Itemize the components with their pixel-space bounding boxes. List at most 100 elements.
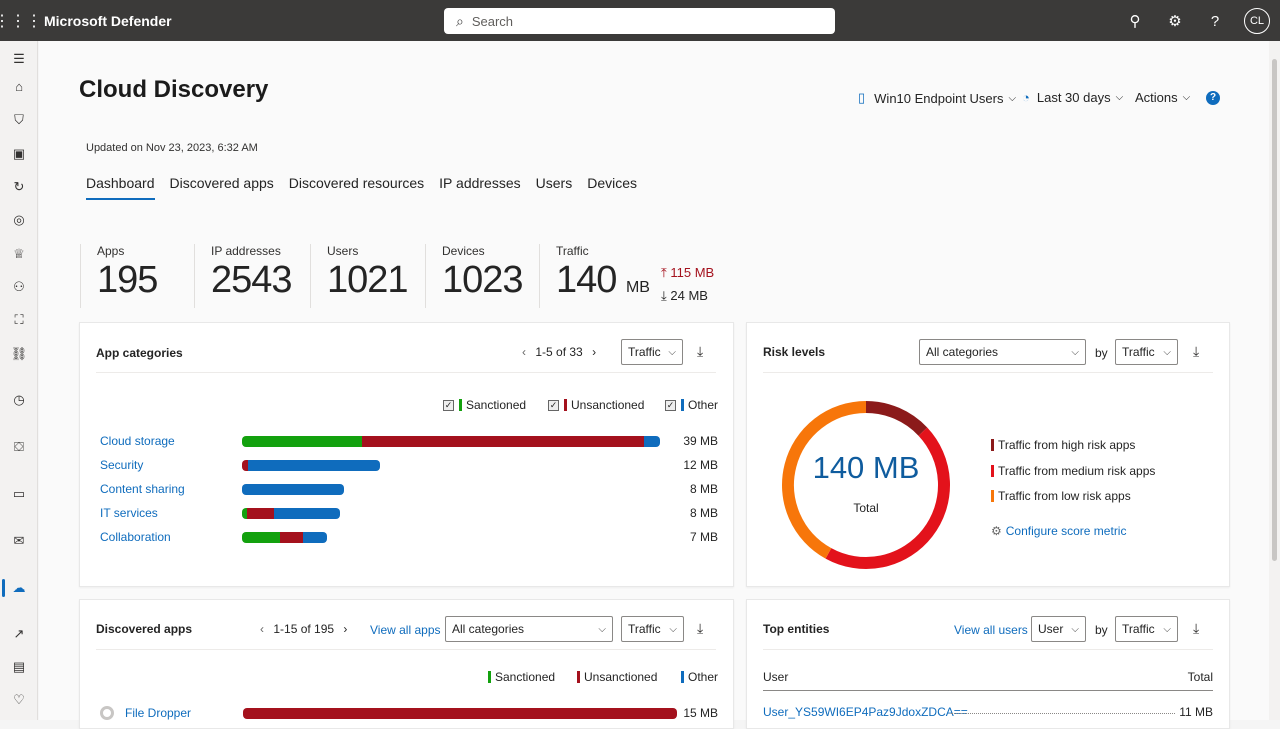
actions-menu[interactable]: Actions ⌵ [1135, 90, 1190, 105]
chevron-down-icon: ⌵ [1071, 623, 1079, 635]
entity-select[interactable]: User ⌵ [1031, 616, 1086, 642]
tab-discovered-resources[interactable]: Discovered resources [289, 175, 424, 200]
donut-slice-high[interactable] [865, 401, 928, 436]
tab-ip-addresses[interactable]: IP addresses [439, 175, 520, 200]
settings-gear-icon[interactable]: ⚙ [1164, 12, 1186, 30]
report-selector[interactable]: ▯ Win10 Endpoint Users ⌵ [858, 90, 1016, 106]
app-categories-card: App categories ‹ 1-5 of 33 › Traffic ⌵ ⤓ … [79, 322, 734, 587]
period-selector[interactable]: ◔ Last 30 days ⌵ [1022, 90, 1123, 105]
category-name-link[interactable]: Collaboration [100, 530, 171, 544]
entity-value: User [1038, 622, 1064, 636]
tab-discovered-apps[interactable]: Discovered apps [170, 175, 274, 200]
stat-devices[interactable]: Devices 1023 [425, 244, 524, 308]
period-label: Last 30 days [1036, 90, 1111, 105]
bar-segment-unsanctioned [280, 532, 303, 543]
prev-page-icon[interactable]: ‹ [522, 345, 526, 359]
download-icon[interactable]: ⤓ [1193, 343, 1199, 360]
incidents-icon[interactable]: ▣ [0, 146, 38, 162]
threat-analytics-icon[interactable]: ◎ [0, 212, 38, 228]
audit-icon[interactable]: ▤ [0, 659, 38, 675]
app-title[interactable]: Microsoft Defender [44, 13, 172, 29]
next-page-icon[interactable]: › [343, 622, 347, 636]
legend-other[interactable]: Other [681, 670, 718, 684]
exposure-icon[interactable]: ◷ [0, 392, 38, 408]
stat-users[interactable]: Users 1021 [310, 244, 409, 308]
learning-hub-icon[interactable]: ⚇ [0, 279, 38, 295]
community-icon[interactable]: ⚲ [1124, 12, 1146, 30]
stat-value: 195 [97, 259, 158, 301]
download-icon[interactable]: ⤓ [1193, 620, 1199, 637]
stat-value: 140 MB [556, 258, 650, 310]
legend-high-risk[interactable]: Traffic from high risk apps [991, 438, 1135, 452]
sort-select[interactable]: Traffic ⌵ [621, 616, 684, 642]
tab-users[interactable]: Users [536, 175, 573, 200]
legend-sanctioned[interactable]: ✓ Sanctioned [443, 398, 526, 412]
reports-icon[interactable]: ↗ [0, 626, 38, 642]
secure-score-icon[interactable]: ♕ [0, 246, 38, 262]
category-name-link[interactable]: IT services [100, 506, 158, 520]
view-all-users-link[interactable]: View all users [954, 623, 1028, 637]
search-input[interactable]: ⌕ Search [444, 8, 835, 34]
sort-select[interactable]: Traffic ⌵ [1115, 616, 1178, 642]
help-icon[interactable]: ? [1204, 13, 1226, 30]
category-select[interactable]: All categories ⌵ [919, 339, 1086, 365]
menu-icon[interactable]: ☰ [0, 51, 38, 67]
assets-icon[interactable]: ⛋ [0, 439, 38, 455]
sort-value: Traffic [1122, 622, 1155, 636]
legend-sanctioned[interactable]: Sanctioned [488, 670, 555, 684]
sort-select[interactable]: Traffic ⌵ [1115, 339, 1178, 365]
entity-user-link[interactable]: User_YS59WI6EP4Paz9JdoxZDCA== [763, 705, 968, 719]
sort-value: Traffic [1122, 345, 1155, 359]
stat-ip-addresses[interactable]: IP addresses 2543 [194, 244, 293, 308]
scrollbar[interactable] [1269, 41, 1280, 720]
view-all-apps-link[interactable]: View all apps [370, 623, 441, 637]
app-launcher-icon[interactable]: ⋮⋮⋮ [0, 11, 42, 31]
chevron-down-icon: ⌵ [669, 623, 677, 635]
stat-apps[interactable]: Apps 195 [80, 244, 158, 308]
legend-unsanctioned[interactable]: ✓ Unsanctioned [548, 398, 644, 412]
endpoints-icon[interactable]: ▭ [0, 486, 38, 502]
legend-other[interactable]: ✓ Other [665, 398, 718, 412]
category-name-link[interactable]: Security [100, 458, 143, 472]
sort-select[interactable]: Traffic ⌵ [621, 339, 683, 365]
app-name-link[interactable]: File Dropper [125, 706, 191, 720]
partner-catalog-icon[interactable]: ⛓ [0, 346, 38, 362]
sort-value: Traffic [628, 345, 661, 359]
legend-label: Other [688, 670, 719, 684]
stat-traffic[interactable]: Traffic 140 MB [539, 244, 650, 308]
category-row[interactable]: Collaboration 7 MB [100, 528, 720, 546]
legend-medium-risk[interactable]: Traffic from medium risk apps [991, 464, 1155, 478]
help-circle-icon[interactable]: ? [1206, 91, 1220, 105]
health-icon[interactable]: ♡ [0, 692, 38, 708]
avatar[interactable]: CL [1244, 8, 1270, 34]
home-icon[interactable]: ⌂ [0, 79, 38, 94]
actions-label: Actions [1135, 90, 1178, 105]
prev-page-icon[interactable]: ‹ [260, 622, 264, 636]
category-name-link[interactable]: Content sharing [100, 482, 185, 496]
category-row[interactable]: IT services 8 MB [100, 504, 720, 522]
category-traffic-total: 39 MB [683, 434, 718, 448]
tab-dashboard[interactable]: Dashboard [86, 175, 155, 200]
email-icon[interactable]: ✉ [0, 533, 38, 549]
traffic-unit: MB [625, 279, 650, 296]
next-page-icon[interactable]: › [592, 345, 596, 359]
tab-devices[interactable]: Devices [587, 175, 637, 200]
hunting-icon[interactable]: ↻ [0, 179, 38, 195]
download-icon[interactable]: ⤓ [697, 343, 703, 360]
category-row[interactable]: Security 12 MB [100, 456, 720, 474]
shield-icon[interactable]: ⛉ [0, 112, 38, 128]
category-row[interactable]: Content sharing 8 MB [100, 480, 720, 498]
trials-icon[interactable]: ⛶ [0, 312, 38, 328]
legend-low-risk[interactable]: Traffic from low risk apps [991, 489, 1131, 503]
legend-unsanctioned[interactable]: Unsanctioned [577, 670, 657, 684]
cloud-apps-icon[interactable]: ☁ [0, 580, 38, 596]
download-icon[interactable]: ⤓ [697, 620, 703, 637]
search-placeholder: Search [471, 13, 514, 29]
search-icon: ⌕ [456, 12, 464, 29]
category-name-link[interactable]: Cloud storage [100, 434, 175, 448]
donut-total-value: 140 MB [812, 450, 920, 485]
category-select[interactable]: All categories ⌵ [445, 616, 613, 642]
category-row[interactable]: Cloud storage 39 MB [100, 432, 720, 450]
configure-score-link[interactable]: ⚙ Configure score metric [991, 524, 1126, 538]
clock-icon: ◔ [1022, 90, 1030, 105]
